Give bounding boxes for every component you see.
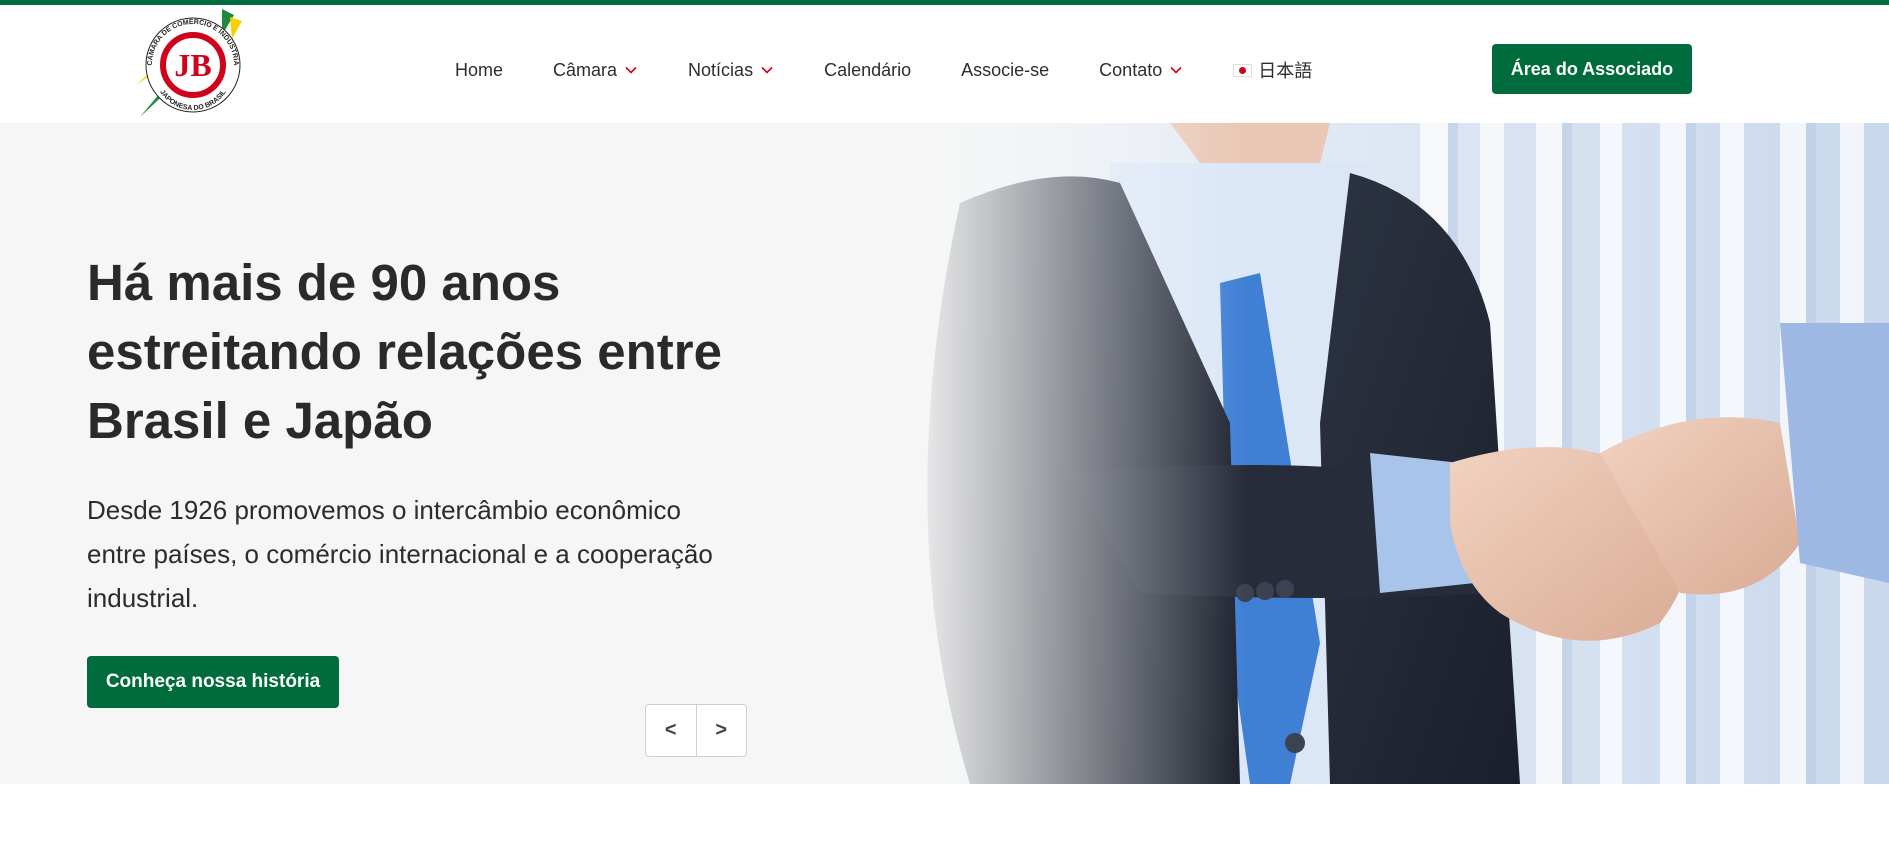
hero-subtitle: Desde 1926 promovemos o intercâmbio econ… xyxy=(87,495,713,613)
hero-slide: Há mais de 90 anos estreitando relações … xyxy=(0,123,1889,784)
language-label: 日本語 xyxy=(1258,61,1313,82)
nav-item-contato[interactable]: Contato xyxy=(1099,60,1183,81)
nav-label: Câmara xyxy=(553,59,618,80)
main-nav: Home Câmara Notícias Calendário Associe-… xyxy=(455,55,1312,85)
handshake-photo xyxy=(900,123,1889,784)
site-header: JB CÂMARA DE COMÉRCIO E INDÚSTRIA JAPONE… xyxy=(0,5,1889,123)
nav-item-camara[interactable]: Câmara xyxy=(553,60,638,81)
member-area-button[interactable]: Área do Associado xyxy=(1492,44,1692,94)
carousel-next-button[interactable]: > xyxy=(695,705,747,756)
nav-label: Contato xyxy=(1099,59,1163,80)
nav-item-calendario[interactable]: Calendário xyxy=(824,60,911,81)
language-switch-japanese[interactable]: 日本語 xyxy=(1233,57,1312,83)
nav-label: Calendário xyxy=(824,59,912,80)
nav-label: Home xyxy=(455,59,504,80)
nav-label: Notícias xyxy=(688,59,754,80)
hero-title: Há mais de 90 anos estreitando relações … xyxy=(87,254,722,449)
carousel-prev-button[interactable]: < xyxy=(646,705,696,756)
chevron-down-icon xyxy=(1169,63,1183,77)
logo-monogram: JB xyxy=(174,47,211,83)
page-content-area xyxy=(0,784,1889,864)
ccij-logo[interactable]: JB CÂMARA DE COMÉRCIO E INDÚSTRIA JAPONE… xyxy=(130,5,265,125)
nav-item-associe-se[interactable]: Associe-se xyxy=(961,60,1049,81)
chevron-down-icon xyxy=(760,63,774,77)
carousel-controls: < > xyxy=(645,704,747,757)
nav-item-noticias[interactable]: Notícias xyxy=(688,60,774,81)
history-button[interactable]: Conheça nossa história xyxy=(87,656,339,708)
japan-flag-icon xyxy=(1233,63,1253,77)
nav-item-home[interactable]: Home xyxy=(455,60,503,81)
chevron-down-icon xyxy=(624,63,638,77)
nav-label: Associe-se xyxy=(961,59,1050,80)
